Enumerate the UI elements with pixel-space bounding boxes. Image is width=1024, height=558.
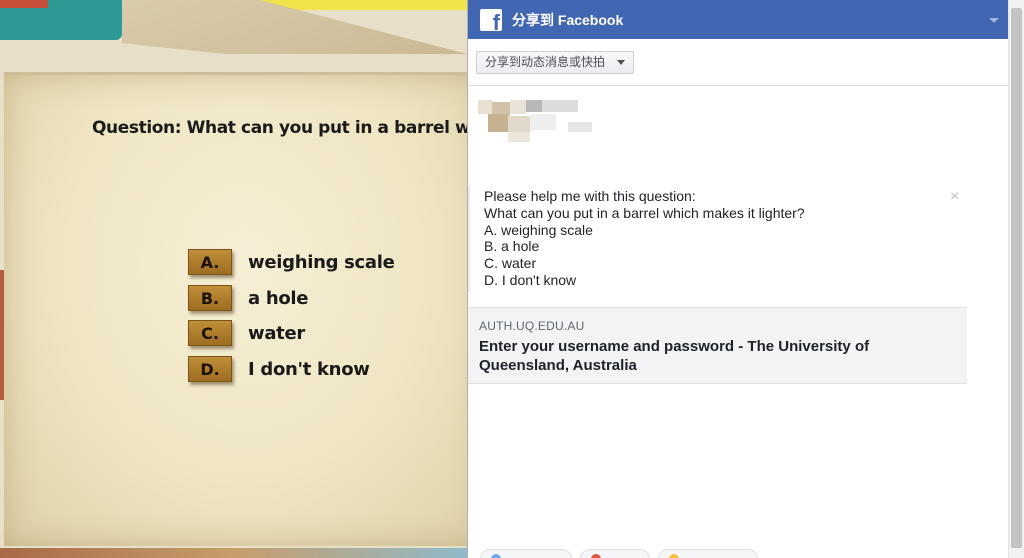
link-domain: AUTH.UQ.EDU.AU [479,319,585,333]
scrollbar[interactable] [1008,0,1024,558]
answer-letter: A. [188,249,232,275]
facebook-share-dialog: f 分享到 Facebook 分享到动态消息或快拍 Please help me… [467,0,1009,558]
dialog-header: f 分享到 Facebook [468,0,1009,39]
bottom-action-pill[interactable] [480,549,572,558]
share-toolbar: 分享到动态消息或快拍 [468,39,1009,86]
share-destination-label: 分享到动态消息或快拍 [485,55,606,69]
answer-letter: B. [188,285,232,311]
answer-text: water [248,322,305,344]
message-line: A. weighing scale [484,222,593,238]
action-icon [491,554,501,558]
decor-red-shape [0,0,48,8]
answer-letter: D. [188,356,232,382]
scrollbar-thumb[interactable] [1011,8,1022,548]
answer-text: a hole [248,287,309,309]
message-line: D. I don't know [484,272,577,288]
answer-option-c[interactable]: C. water [188,319,305,347]
answer-text: weighing scale [248,251,395,273]
user-avatar-pixelated [478,100,598,144]
link-preview-card[interactable]: AUTH.UQ.EDU.AU Enter your username and p… [468,307,967,384]
dropdown-caret-icon [617,60,626,65]
message-line: Please help me with this question: [484,188,696,204]
message-line: C. water [484,255,537,271]
message-line: B. a hole [484,238,540,254]
facebook-logo-icon: f [480,8,502,31]
answer-letter: C. [188,320,232,346]
bottom-action-pill[interactable] [580,549,650,558]
share-message[interactable]: Please help me with this question: What … [468,186,968,292]
answer-option-d[interactable]: D. I don't know [188,355,370,383]
action-icon [591,554,601,558]
decor-bottom-strip [0,548,467,558]
chevron-down-icon[interactable] [989,18,999,23]
message-line: What can you put in a barrel which makes… [484,205,805,221]
answer-option-a[interactable]: A. weighing scale [188,248,395,276]
answer-text: I don't know [248,358,370,380]
emoji-icon [669,554,679,558]
dialog-title: 分享到 Facebook [512,11,624,28]
dialog-bottom-actions [468,540,1009,558]
link-title: Enter your username and password - The U… [479,338,870,374]
facebook-logo-glyph: f [492,9,500,31]
bottom-action-pill[interactable] [658,549,758,558]
close-icon[interactable]: × [950,188,959,206]
share-destination-select[interactable]: 分享到动态消息或快拍 [476,51,635,74]
quiz-question: Question: What can you put in a barrel w… [92,118,467,138]
answer-option-b[interactable]: B. a hole [188,284,308,312]
